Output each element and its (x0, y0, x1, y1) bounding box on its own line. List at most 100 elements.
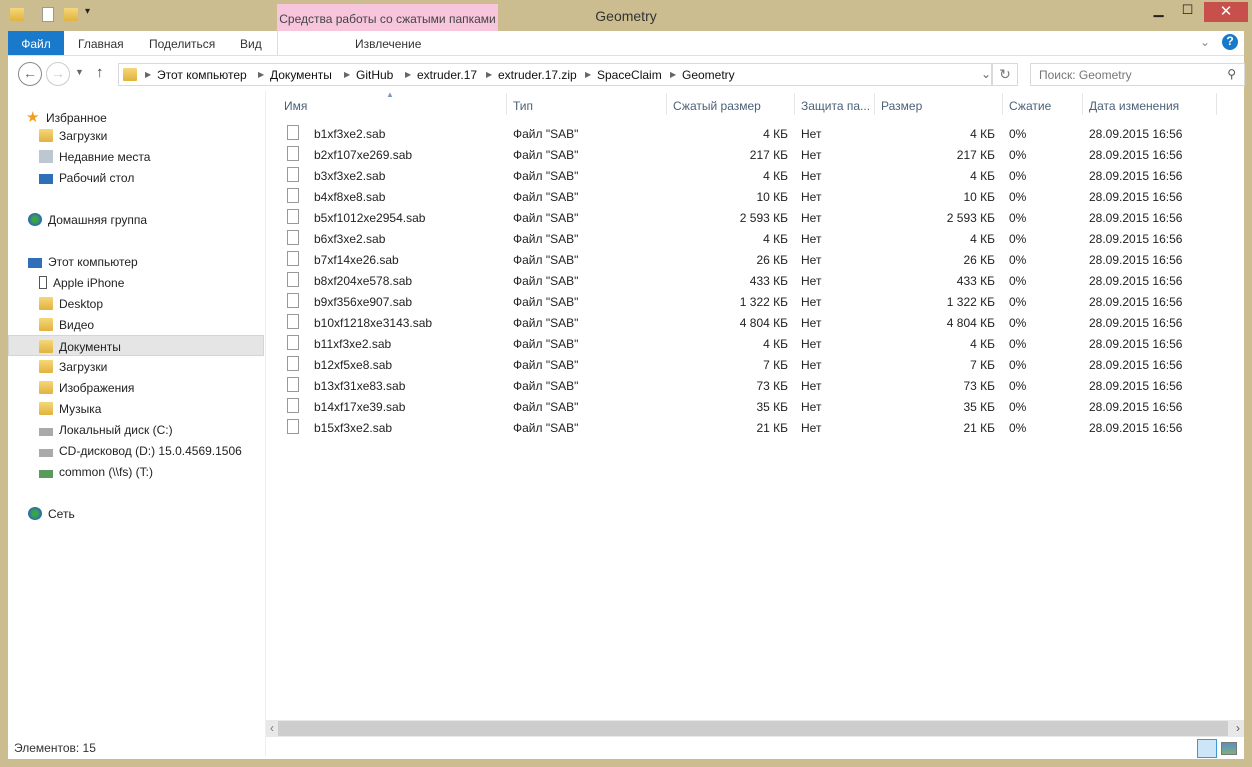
file-row[interactable]: b2xf107xe269.sab Файл "SAB" 217 КБ Нет 217 К… (278, 144, 1198, 165)
sidebar-item-videos[interactable]: Видео (8, 314, 264, 335)
date-modified: 28.09.2015 16:56 (1089, 148, 1183, 162)
breadcrumb-spaceclaim[interactable]: SpaceClaim (597, 68, 662, 82)
sidebar-item-pictures[interactable]: Изображения (8, 377, 264, 398)
column-header-ratio[interactable]: Сжатие (1009, 99, 1051, 113)
file-size: 4 804 КБ (946, 316, 995, 330)
date-modified: 28.09.2015 16:56 (1089, 211, 1183, 225)
breadcrumb-geometry[interactable]: Geometry (682, 68, 735, 82)
back-button[interactable]: ← (18, 62, 42, 86)
sidebar-item-iphone[interactable]: Apple iPhone (8, 272, 264, 293)
compression-ratio: 0% (1009, 169, 1027, 183)
compression-ratio: 0% (1009, 295, 1027, 309)
column-header-size[interactable]: Размер (881, 99, 922, 113)
tab-file[interactable]: Файл (8, 31, 64, 55)
file-row[interactable]: b6xf3xe2.sab Файл "SAB" 4 КБ Нет 4 КБ 0% 28.09… (278, 228, 1198, 249)
file-row[interactable]: b5xf1012xe2954.sab Файл "SAB" 2 593 КБ Нет 2… (278, 207, 1198, 228)
compressed-size: 2 593 КБ (739, 211, 788, 225)
sidebar-item-downloads[interactable]: Загрузки (8, 125, 264, 146)
file-row[interactable]: b10xf1218xe3143.sab Файл "SAB" 4 804 КБ Нет… (278, 312, 1198, 333)
column-header-password[interactable]: Защита па... (801, 99, 870, 113)
search-icon[interactable]: ⚲ (1227, 67, 1236, 81)
search-input[interactable]: Поиск: Geometry ⚲ (1030, 63, 1245, 86)
compression-ratio: 0% (1009, 127, 1027, 141)
sidebar-item-drive-t[interactable]: common (\\fs) (T:) (8, 461, 264, 482)
date-modified: 28.09.2015 16:56 (1089, 316, 1183, 330)
maximize-button[interactable]: ☐ (1174, 2, 1201, 22)
help-button[interactable]: ? (1222, 34, 1238, 50)
tab-home[interactable]: Главная (78, 31, 124, 55)
file-type: Файл "SAB" (513, 358, 579, 372)
recent-locations-icon[interactable]: ▼ (75, 67, 84, 77)
sidebar-item-music[interactable]: Музыка (8, 398, 264, 419)
tab-view[interactable]: Вид (240, 31, 262, 55)
tab-extract[interactable]: Извлечение (355, 31, 421, 55)
sidebar-network[interactable]: Сеть (8, 503, 264, 524)
scroll-left-icon[interactable]: ‹ (270, 721, 274, 735)
sidebar-item-documents[interactable]: Документы (8, 335, 264, 356)
column-header-name[interactable]: Имя (284, 99, 307, 113)
desktop-icon (39, 174, 53, 184)
forward-button[interactable]: → (46, 62, 70, 86)
breadcrumb-this-pc[interactable]: Этот компьютер (157, 68, 247, 82)
breadcrumb-extruder[interactable]: extruder.17 (417, 68, 477, 82)
breadcrumb-github[interactable]: GitHub (356, 68, 393, 82)
recent-places-icon (39, 150, 53, 163)
address-bar[interactable]: ▶ Этот компьютер ▶ Документы ▶ GitHub ▶ … (118, 63, 992, 86)
sidebar-homegroup[interactable]: Домашняя группа (8, 209, 264, 230)
sidebar-item-drive-c[interactable]: Локальный диск (C:) (8, 419, 264, 440)
file-row[interactable]: b8xf204xe578.sab Файл "SAB" 433 КБ Нет 433 К… (278, 270, 1198, 291)
column-header-type[interactable]: Тип (513, 99, 533, 113)
expand-ribbon-icon[interactable]: ⌄ (1200, 35, 1210, 49)
sidebar-item-downloads-pc[interactable]: Загрузки (8, 356, 264, 377)
file-name: b4xf8xe8.sab (314, 190, 386, 204)
file-row[interactable]: b4xf8xe8.sab Файл "SAB" 10 КБ Нет 10 КБ 0% 28.… (278, 186, 1198, 207)
details-view-button[interactable] (1197, 739, 1217, 758)
sidebar-this-pc[interactable]: Этот компьютер (8, 251, 264, 272)
file-type: Файл "SAB" (513, 253, 579, 267)
file-row[interactable]: b13xf31xe83.sab Файл "SAB" 73 КБ Нет 73 КБ 0%… (278, 375, 1198, 396)
sidebar-item-desktop-folder[interactable]: Desktop (8, 293, 264, 314)
date-modified: 28.09.2015 16:56 (1089, 253, 1183, 267)
address-dropdown-icon[interactable]: ⌄ (981, 67, 991, 81)
password-protected: Нет (801, 127, 822, 141)
file-type: Файл "SAB" (513, 211, 579, 225)
password-protected: Нет (801, 337, 822, 351)
column-header-date[interactable]: Дата изменения (1089, 99, 1179, 113)
password-protected: Нет (801, 316, 822, 330)
file-row[interactable]: b11xf3xe2.sab Файл "SAB" 4 КБ Нет 4 КБ 0% 28.0… (278, 333, 1198, 354)
horizontal-scrollbar[interactable]: ‹ › (266, 720, 1244, 737)
file-icon (287, 293, 299, 308)
large-icons-view-button[interactable] (1221, 742, 1237, 755)
tab-share[interactable]: Поделиться (149, 31, 215, 55)
date-modified: 28.09.2015 16:56 (1089, 400, 1183, 414)
file-row[interactable]: b7xf14xe26.sab Файл "SAB" 26 КБ Нет 26 КБ 0% 2… (278, 249, 1198, 270)
breadcrumb-documents[interactable]: Документы (270, 68, 332, 82)
scroll-right-icon[interactable]: › (1236, 721, 1240, 735)
file-row[interactable]: b12xf5xe8.sab Файл "SAB" 7 КБ Нет 7 КБ 0% 28.0… (278, 354, 1198, 375)
close-button[interactable]: ✕ (1204, 2, 1248, 22)
sidebar-item-recent[interactable]: Недавние места (8, 146, 264, 167)
file-row[interactable]: b3xf3xe2.sab Файл "SAB" 4 КБ Нет 4 КБ 0% 28.09… (278, 165, 1198, 186)
breadcrumb-zip[interactable]: extruder.17.zip (498, 68, 577, 82)
sidebar-item-drive-d[interactable]: CD-дисковод (D:) 15.0.4569.1506 (8, 440, 264, 461)
up-button[interactable]: ↑ (96, 64, 104, 81)
compressed-size: 21 КБ (756, 421, 788, 435)
sidebar-favorites[interactable]: ★ Избранное (26, 104, 282, 126)
file-size: 2 593 КБ (946, 211, 995, 225)
file-icon (287, 398, 299, 413)
sidebar-item-desktop[interactable]: Рабочий стол (8, 167, 264, 188)
file-type: Файл "SAB" (513, 169, 579, 183)
minimize-button[interactable]: ▁ (1145, 2, 1172, 22)
date-modified: 28.09.2015 16:56 (1089, 358, 1183, 372)
file-row[interactable]: b1xf3xe2.sab Файл "SAB" 4 КБ Нет 4 КБ 0% 28.09… (278, 123, 1198, 144)
file-row[interactable]: b9xf356xe907.sab Файл "SAB" 1 322 КБ Нет 1 3… (278, 291, 1198, 312)
column-header-compressed-size[interactable]: Сжатый размер (673, 99, 761, 113)
refresh-button[interactable]: ↻ (992, 63, 1018, 86)
scrollbar-thumb[interactable] (278, 721, 1228, 736)
explorer-body: ← → ▼ ↑ ▶ Этот компьютер ▶ Документы ▶ G… (8, 55, 1245, 759)
file-row[interactable]: b15xf3xe2.sab Файл "SAB" 21 КБ Нет 21 КБ 0% 28… (278, 417, 1198, 438)
compressed-size: 26 КБ (756, 253, 788, 267)
file-row[interactable]: b14xf17xe39.sab Файл "SAB" 35 КБ Нет 35 КБ 0%… (278, 396, 1198, 417)
file-size: 35 КБ (963, 400, 995, 414)
file-icon (287, 419, 299, 434)
